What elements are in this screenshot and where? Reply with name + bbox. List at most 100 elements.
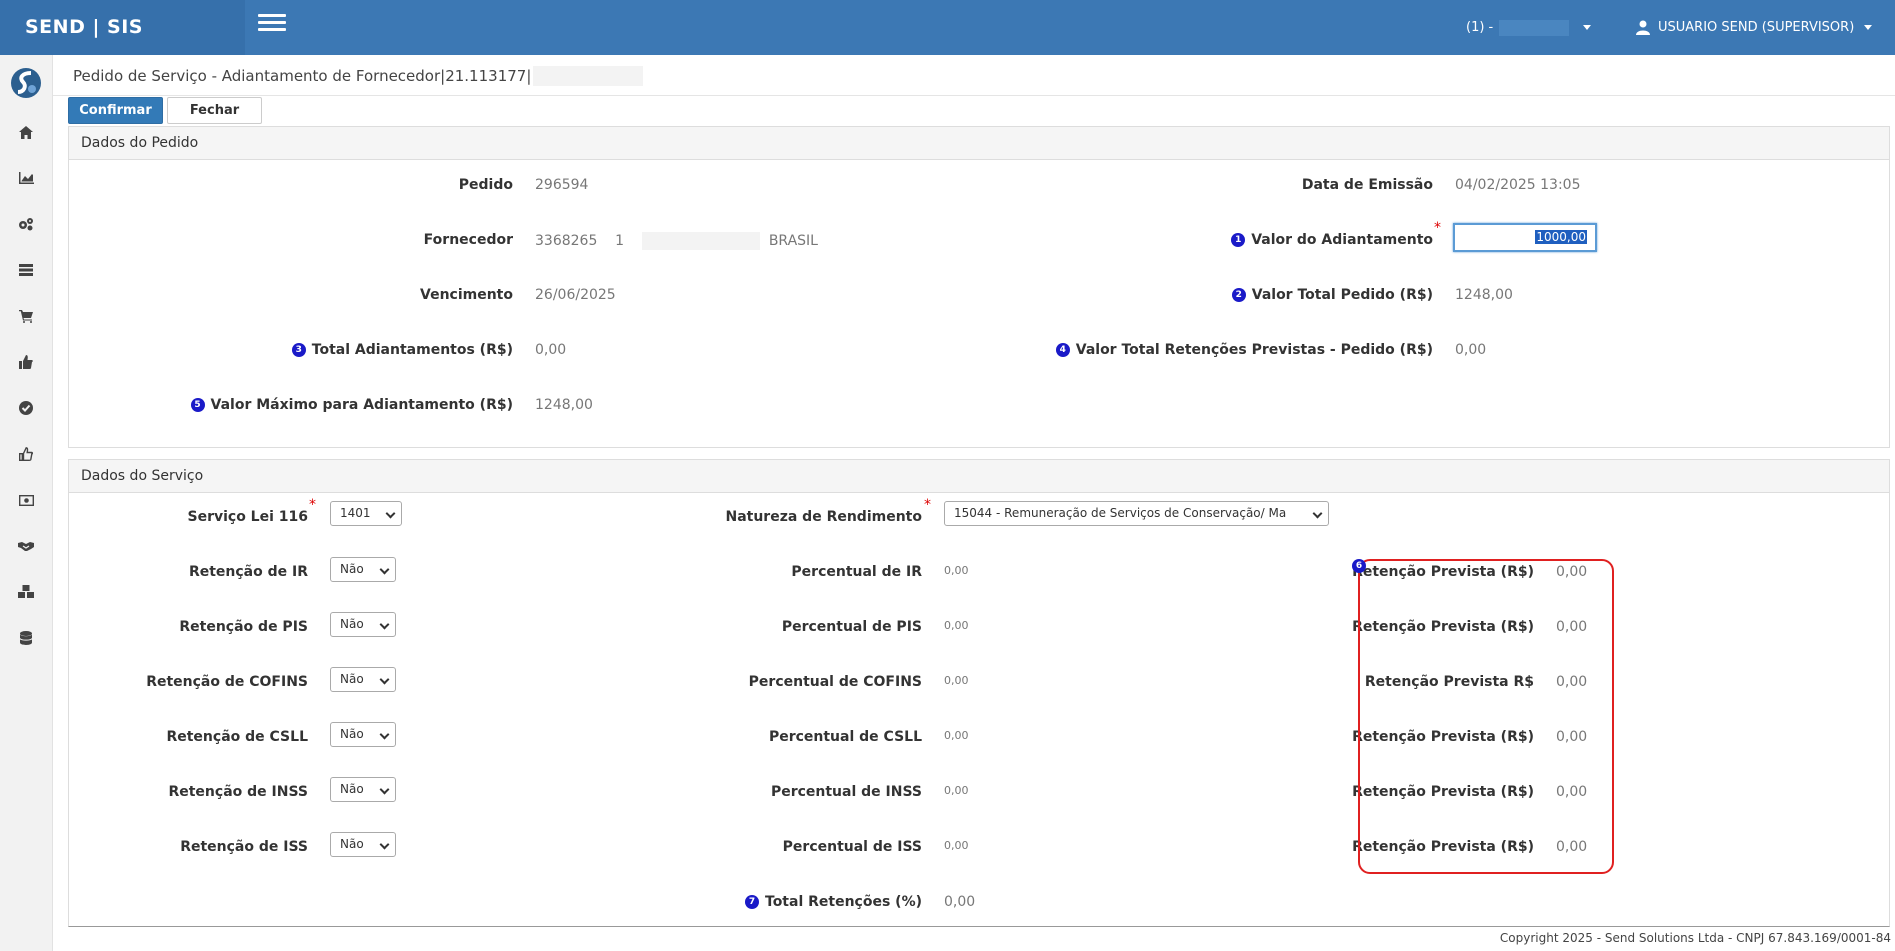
- retention-pis-label: Retenção de PIS: [179, 619, 308, 635]
- chevron-down-icon: [379, 839, 390, 850]
- marker-6: 6: [1352, 559, 1366, 573]
- retention-ir-select[interactable]: Não: [330, 557, 396, 582]
- retention-iss-select[interactable]: Não: [330, 832, 396, 857]
- title-redacted: [533, 66, 644, 86]
- confirm-button[interactable]: Confirmar: [68, 97, 163, 124]
- retention-csll-select[interactable]: Não: [330, 722, 396, 747]
- chart-icon[interactable]: [16, 168, 36, 188]
- total-advances-label: 3 Total Adiantamentos (R$): [291, 342, 513, 358]
- retention-pis-select[interactable]: Não: [330, 612, 396, 637]
- company-select[interactable]: (1) -: [1466, 0, 1592, 55]
- chevron-down-icon: [379, 564, 390, 575]
- money-icon[interactable]: [16, 490, 36, 510]
- due-date-value: 26/06/2025: [535, 287, 616, 303]
- check-circle-icon[interactable]: [16, 398, 36, 418]
- chevron-down-icon: [379, 729, 390, 740]
- chevron-down-icon: [385, 508, 396, 519]
- user-name: USUARIO SEND (SUPERVISOR): [1658, 20, 1855, 35]
- pedido-value: 296594: [535, 177, 589, 193]
- marker-7: 7: [745, 895, 759, 909]
- service-law-value: 1401: [340, 506, 371, 520]
- percent-inss-value: 0,00: [944, 784, 969, 797]
- max-advance-value: 1248,00: [535, 397, 593, 413]
- top-navbar: SEND | SIS (1) - USUARIO SEND (SUPERVISO…: [0, 0, 1895, 55]
- service-law-select[interactable]: 1401: [330, 501, 402, 526]
- panel-heading-order: Dados do Pedido: [69, 127, 1889, 160]
- cogs-icon[interactable]: [16, 214, 36, 234]
- sidebar: [0, 55, 53, 951]
- page-title: Pedido de Serviço - Adiantamento de Forn…: [73, 66, 644, 86]
- retention-ir-label: Retenção de IR: [188, 564, 308, 580]
- list-icon[interactable]: [16, 260, 36, 280]
- total-retentions-value: 0,00: [1455, 342, 1487, 358]
- panel-heading-service: Dados do Serviço: [69, 460, 1889, 493]
- required-asterisk: *: [309, 497, 316, 513]
- percent-csll-value: 0,00: [944, 729, 969, 742]
- retention-inss-select[interactable]: Não: [330, 777, 396, 802]
- divider: [53, 95, 1895, 96]
- cubes-icon[interactable]: [16, 582, 36, 602]
- income-nature-select[interactable]: 15044 - Remuneração de Serviços de Conse…: [944, 501, 1329, 526]
- retention-pis-value: Não: [340, 617, 364, 631]
- retention-ir-value: Não: [340, 562, 364, 576]
- chevron-down-icon: [1583, 25, 1592, 30]
- retention-inss-label: Retenção de INSS: [168, 784, 308, 800]
- supplier-country: BRASIL: [768, 233, 818, 249]
- percent-inss-label: Percentual de INSS: [770, 784, 922, 800]
- retention-cofins-select[interactable]: Não: [330, 667, 396, 692]
- chevron-down-icon: [1312, 508, 1323, 519]
- required-asterisk: *: [924, 497, 931, 513]
- hamburger-menu-icon[interactable]: [258, 14, 286, 38]
- advance-value-text: 1000,00: [1535, 230, 1587, 244]
- company-label: (1) -: [1466, 20, 1494, 35]
- marker-1: 1: [1231, 233, 1246, 247]
- total-retentions-label-text: Valor Total Retenções Previstas - Pedido…: [1075, 342, 1433, 358]
- chevron-down-icon: [379, 784, 390, 795]
- supplier-label: Fornecedor: [423, 232, 513, 248]
- page-title-text: Pedido de Serviço - Adiantamento de Forn…: [73, 67, 532, 85]
- app-brand[interactable]: SEND | SIS: [0, 0, 245, 55]
- supplier-code: 3368265: [535, 233, 598, 249]
- chevron-down-icon: [1864, 25, 1873, 30]
- order-total-label: 2 Valor Total Pedido (R$): [1231, 287, 1433, 303]
- retention-cofins-label: Retenção de COFINS: [146, 674, 308, 690]
- percent-ir-value: 0,00: [944, 564, 969, 577]
- advance-value-label: 1 Valor do Adiantamento: [1231, 232, 1433, 248]
- supplier-name-redacted: [641, 232, 760, 250]
- percent-cofins-label: Percentual de COFINS: [748, 674, 922, 690]
- home-icon[interactable]: [16, 122, 36, 142]
- total-advances-value: 0,00: [535, 342, 567, 358]
- percent-iss-value: 0,00: [944, 839, 969, 852]
- order-total-label-text: Valor Total Pedido (R$): [1251, 287, 1433, 303]
- marker-5: 5: [190, 398, 205, 412]
- handshake-icon[interactable]: [16, 536, 36, 556]
- retention-iss-value: Não: [340, 837, 364, 851]
- database-icon[interactable]: [16, 628, 36, 648]
- thumbs-up-icon[interactable]: [16, 352, 36, 372]
- thumbs-up-outline-icon[interactable]: [16, 444, 36, 464]
- due-date-label: Vencimento: [420, 287, 513, 303]
- income-nature-value: 15044 - Remuneração de Serviços de Conse…: [954, 506, 1287, 520]
- close-button[interactable]: Fechar: [167, 97, 262, 124]
- expected-retentions-highlight: [1358, 559, 1614, 874]
- user-icon: [1636, 20, 1650, 35]
- total-retentions-percent-label: 7 Total Retenções (%): [745, 894, 922, 910]
- advance-value-label-text: Valor do Adiantamento: [1251, 232, 1433, 248]
- service-law-label: Serviço Lei 116: [187, 509, 308, 525]
- marker-3: 3: [291, 343, 306, 357]
- footer-copyright: Copyright 2025 - Send Solutions Ltda - C…: [1499, 931, 1891, 945]
- retention-inss-value: Não: [340, 782, 364, 796]
- total-retentions-label: 4 Valor Total Retenções Previstas - Pedi…: [1055, 342, 1433, 358]
- send-logo-icon[interactable]: [10, 67, 42, 99]
- user-menu[interactable]: USUARIO SEND (SUPERVISOR): [1636, 0, 1873, 55]
- supplier-seq: 1: [615, 233, 625, 249]
- marker-2: 2: [1231, 288, 1246, 302]
- chevron-down-icon: [379, 674, 390, 685]
- percent-cofins-value: 0,00: [944, 674, 969, 687]
- supplier-value: 3368265 1 BRASIL: [535, 232, 818, 250]
- pedido-label: Pedido: [458, 177, 513, 193]
- chevron-down-icon: [379, 619, 390, 630]
- advance-value-input[interactable]: 1000,00: [1453, 223, 1597, 252]
- percent-csll-label: Percentual de CSLL: [768, 729, 922, 745]
- cart-icon[interactable]: [16, 306, 36, 326]
